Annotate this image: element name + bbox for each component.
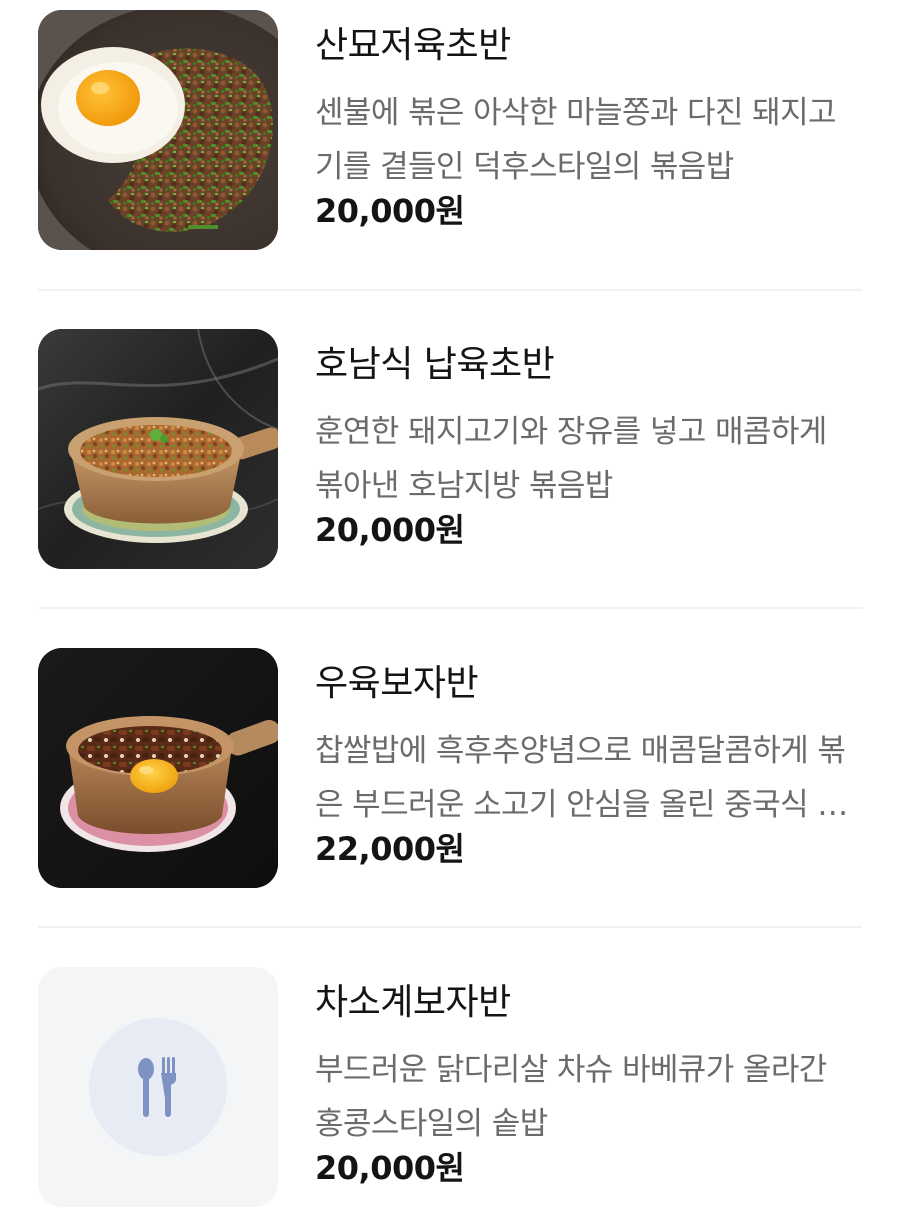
menu-item-photo — [38, 648, 278, 888]
fried-rice-with-fried-egg-photo — [38, 10, 278, 250]
spoon-fork-icon — [38, 967, 278, 1207]
menu-item-price: 20,000원 — [315, 511, 465, 549]
menu-item-price: 22,000원 — [315, 830, 465, 868]
menu-item[interactable]: 호남식 납육초반 훈연한 돼지고기와 장유를 넣고 매콤하게 볶아낸 호남지방 … — [38, 329, 862, 569]
menu-item-description: 센불에 볶은 아삭한 마늘쫑과 다진 돼지고기를 곁들인 덕후스타일의 볶음밥 — [315, 95, 837, 185]
menu-item-price: 20,000원 — [315, 1149, 465, 1187]
divider — [38, 926, 862, 928]
menu-item[interactable]: 차소계보자반 부드러운 닭다리살 차슈 바베큐가 올라간 홍콩스타일의 솥밥 2… — [38, 967, 862, 1207]
divider — [38, 289, 862, 291]
menu-item-name: 차소계보자반 — [315, 982, 511, 1023]
menu-item-name: 호남식 납육초반 — [315, 344, 555, 385]
menu-item-photo — [38, 10, 278, 250]
menu-item-description: 찹쌀밥에 흑후추양념으로 매콤달콤하게 볶은 부드러운 소고기 안심을 올린 중… — [315, 733, 846, 823]
menu-item-photo-placeholder — [38, 967, 278, 1207]
claypot-fried-rice-photo — [38, 329, 278, 569]
menu-item[interactable]: 산묘저육초반 센불에 볶은 아삭한 마늘쫑과 다진 돼지고기를 곁들인 덕후스타… — [38, 10, 862, 250]
menu-item-name: 우육보자반 — [315, 663, 479, 704]
menu-item[interactable]: 우육보자반 찹쌀밥에 흑후추양념으로 매콤달콤하게 볶은 부드러운 소고기 안심… — [38, 648, 862, 888]
divider — [38, 607, 862, 609]
menu-item-name: 산묘저육초반 — [315, 25, 511, 66]
menu-item-description: 부드러운 닭다리살 차슈 바베큐가 올라간 홍콩스타일의 솥밥 — [315, 1052, 827, 1142]
menu-item-photo — [38, 329, 278, 569]
beef-claypot-rice-with-egg-yolk-photo — [38, 648, 278, 888]
menu-item-price: 20,000원 — [315, 192, 465, 230]
menu-item-description: 훈연한 돼지고기와 장유를 넣고 매콤하게 볶아낸 호남지방 볶음밥 — [315, 414, 827, 504]
